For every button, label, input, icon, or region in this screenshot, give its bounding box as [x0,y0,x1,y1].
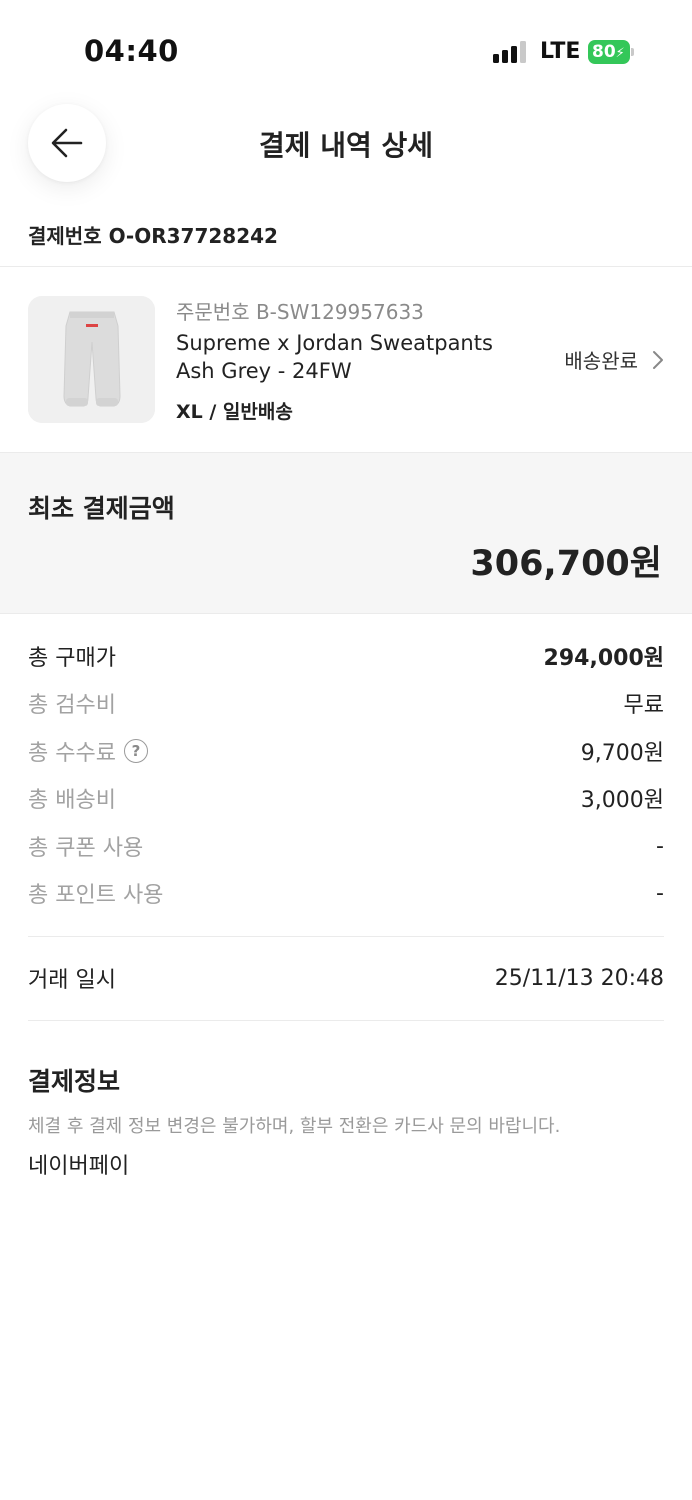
breakdown-value: 9,700원 [580,741,664,766]
payment-method: 네이버페이 [28,1154,130,1179]
help-icon[interactable]: ? [123,739,148,763]
payment-info-title: 결제정보 [28,1067,121,1096]
total-amount: 306,700원 [470,544,662,584]
status-time: 04:40 [84,34,179,68]
product-name[interactable]: Supreme x Jordan Sweatpants Ash Grey - 2… [176,329,536,385]
breakdown-label: 총 배송비 [28,788,116,813]
divider [28,1020,664,1021]
signal-icon [493,41,527,63]
breakdown-row: 총 쿠폰 사용 - [28,831,664,862]
network-type: LTE [540,39,581,64]
page-title: 결제 내역 상세 [258,129,434,162]
divider [28,936,664,937]
battery-icon: 80⚡ [588,40,634,64]
payment-info-note: 체결 후 결제 정보 변경은 불가하며, 할부 전환은 카드사 문의 바랍니다. [28,1116,561,1137]
divider [0,266,692,267]
breakdown-value: - [656,833,664,859]
total-payment-section: 최초 결제금액 306,700원 [0,452,692,614]
battery-level: 80 [592,42,616,62]
breakdown-row: 총 수수료 ? 9,700원 [28,736,664,766]
breakdown-label: 총 수수료 [28,741,116,766]
breakdown-row: 총 구매가 294,000원 [28,641,664,671]
breakdown-label: 총 검수비 [28,693,116,718]
payment-number: 결제번호 O-OR37728242 [28,224,278,248]
product-image[interactable] [28,296,155,423]
breakdown-row: 총 검수비 무료 [28,688,664,718]
breakdown-label: 총 포인트 사용 [28,883,164,908]
shipping-status-link[interactable]: 배송완료 [564,345,664,374]
breakdown-row: 총 배송비 3,000원 [28,783,664,813]
breakdown-value: 무료 [623,693,664,718]
total-label: 최초 결제금액 [28,494,175,523]
chevron-right-icon [653,350,663,369]
transaction-datetime: 25/11/13 20:48 [494,965,664,991]
shipping-status: 배송완료 [564,349,638,373]
order-number: 주문번호 B-SW129957633 [176,300,424,324]
breakdown-label: 총 구매가 [28,646,116,671]
transaction-label: 거래 일시 [28,968,116,993]
breakdown-value: - [656,880,664,906]
product-option: XL / 일반배송 [176,401,293,423]
breakdown-row: 총 포인트 사용 - [28,878,664,909]
transaction-row: 거래 일시 25/11/13 20:48 [28,963,664,994]
breakdown-value: 294,000원 [543,646,664,671]
breakdown-label: 총 쿠폰 사용 [28,836,144,861]
status-bar: 04:40 LTE 80⚡ [0,0,692,100]
breakdown-value: 3,000원 [580,788,664,813]
sweatpants-image [28,296,155,423]
